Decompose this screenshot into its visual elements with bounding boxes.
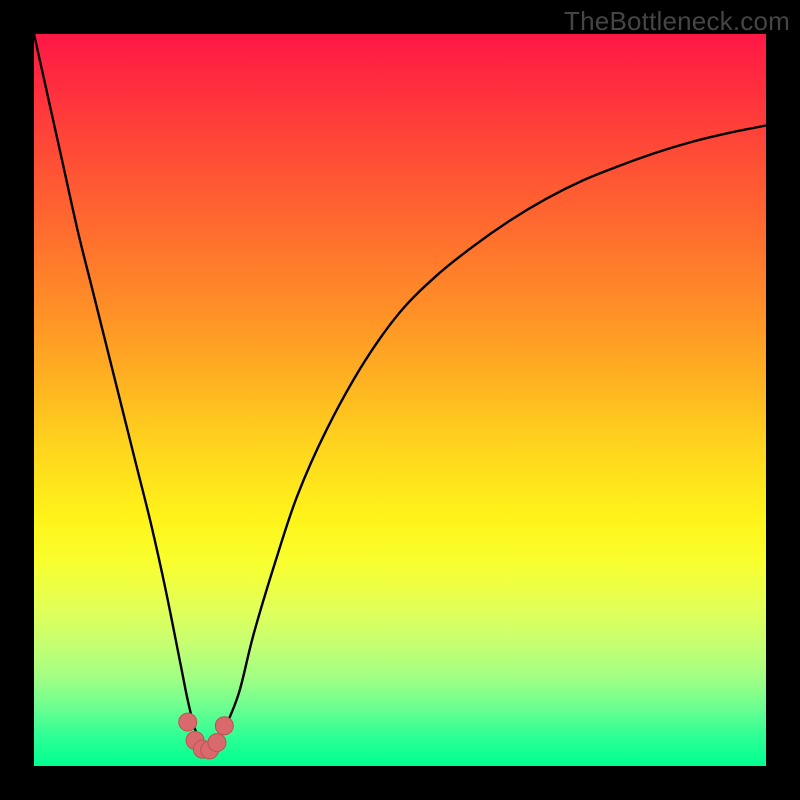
- watermark-text: TheBottleneck.com: [564, 6, 790, 37]
- chart-plot-area: [34, 34, 766, 766]
- chart-frame: TheBottleneck.com: [0, 0, 800, 800]
- trough-knot: [179, 713, 197, 731]
- trough-knot: [208, 734, 226, 752]
- trough-knot-group: [179, 713, 234, 759]
- chart-svg: [34, 34, 766, 766]
- bottleneck-curve: [34, 34, 766, 748]
- trough-knot: [215, 717, 233, 735]
